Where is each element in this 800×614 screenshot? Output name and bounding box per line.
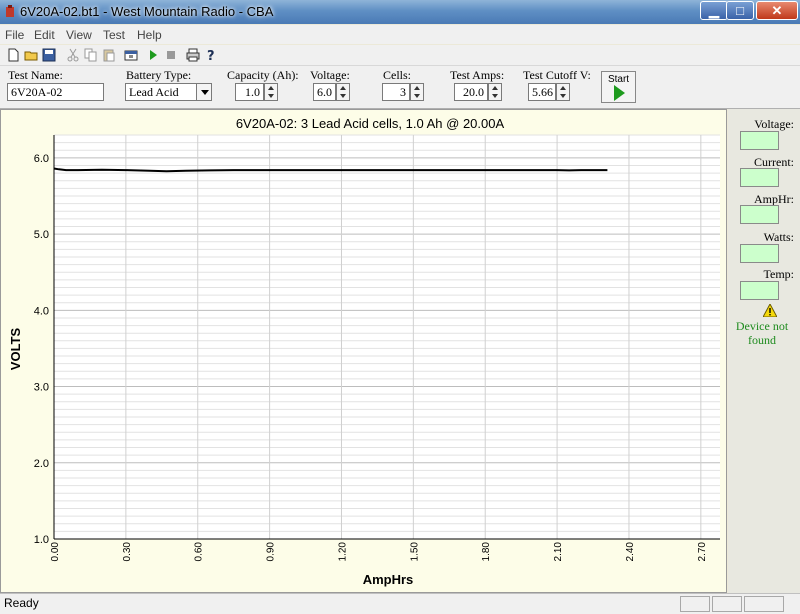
temp-readout xyxy=(740,281,779,300)
capacity-spinner-icon[interactable] xyxy=(264,83,278,101)
x-tick-label: 1.50 xyxy=(409,542,420,562)
paste-icon[interactable] xyxy=(102,48,116,62)
cells-spinner-icon[interactable] xyxy=(410,83,424,101)
cut-icon[interactable] xyxy=(66,48,80,62)
voltage-readout-label: Voltage: xyxy=(754,117,794,131)
toolbar: ? xyxy=(0,45,800,66)
y-tick-label: 2.0 xyxy=(34,458,49,470)
window-title: 6V20A-02.bt1 - West Mountain Radio - CBA xyxy=(20,4,274,19)
minimize-button[interactable]: ▁ xyxy=(700,1,728,20)
svg-text:?: ? xyxy=(207,49,215,62)
x-tick-label: 1.20 xyxy=(337,542,348,562)
cutoff-field[interactable]: 5.66 xyxy=(528,83,556,101)
status-pane-1 xyxy=(680,596,710,612)
x-tick-label: 2.40 xyxy=(625,542,636,562)
capacity-field[interactable]: 1.0 xyxy=(235,83,264,101)
test-name-label: Test Name: xyxy=(8,68,63,82)
current-readout xyxy=(740,168,779,187)
status-pane-2 xyxy=(712,596,742,612)
y-tick-label: 1.0 xyxy=(34,534,49,546)
stop-icon[interactable] xyxy=(164,48,178,62)
watts-readout-label: Watts: xyxy=(763,230,794,244)
cutoff-spinner-icon[interactable] xyxy=(556,83,570,101)
status-bar: Ready xyxy=(0,593,800,614)
discharge-chart: 1.0 2.0 3.0 4.0 5.0 6.0 0.00 0.30 0.60 0.90 1.20 1.… xyxy=(8,116,720,587)
start-button[interactable]: Start xyxy=(601,71,636,103)
test-amps-field[interactable]: 20.0 xyxy=(454,83,488,101)
x-tick-label: 2.10 xyxy=(553,542,564,562)
warning-icon xyxy=(763,304,777,317)
run-icon[interactable] xyxy=(146,48,160,62)
y-tick-label: 3.0 xyxy=(34,382,49,394)
watts-readout xyxy=(740,244,779,263)
x-tick-label: 0.60 xyxy=(194,542,205,562)
y-tick-label: 4.0 xyxy=(34,305,49,317)
copy-icon[interactable] xyxy=(84,48,98,62)
settings-icon[interactable] xyxy=(124,48,138,62)
voltage-label: Voltage: xyxy=(310,68,350,82)
app-icon xyxy=(6,5,14,17)
menu-view[interactable]: View xyxy=(66,28,92,42)
title-bar: 6V20A-02.bt1 - West Mountain Radio - CBA… xyxy=(0,0,800,24)
chart-title: 6V20A-02: 3 Lead Acid cells, 1.0 Ah @ 20… xyxy=(236,116,505,131)
y-axis-label: VOLTS xyxy=(8,327,23,370)
x-tick-label: 0.30 xyxy=(122,542,133,562)
open-folder-icon[interactable] xyxy=(24,48,38,62)
y-tick-label: 6.0 xyxy=(34,153,49,165)
cutoff-label: Test Cutoff V: xyxy=(523,68,591,82)
test-amps-spinner-icon[interactable] xyxy=(488,83,502,101)
test-name-field[interactable]: 6V20A-02 xyxy=(7,83,104,101)
battery-type-dropdown-icon[interactable] xyxy=(196,83,212,101)
temp-readout-label: Temp: xyxy=(763,267,795,281)
x-axis-label: AmpHrs xyxy=(363,572,414,587)
x-tick-label: 2.70 xyxy=(697,542,708,562)
battery-type-label: Battery Type: xyxy=(126,68,192,82)
menu-bar: File Edit View Test Help xyxy=(0,25,800,44)
maximize-button[interactable]: □ xyxy=(726,1,754,20)
readout-panel: Voltage: Current: AmpHr: Watts: Temp: xyxy=(728,109,800,593)
save-icon[interactable] xyxy=(42,48,56,62)
test-parameters-panel: Test Name: 6V20A-02 Battery Type: Lead A… xyxy=(0,66,800,109)
test-amps-label: Test Amps: xyxy=(450,68,505,82)
close-icon: ✕ xyxy=(771,3,783,18)
voltage-spinner-icon[interactable] xyxy=(336,83,350,101)
print-icon[interactable] xyxy=(186,48,200,62)
amphr-readout xyxy=(740,205,779,224)
menu-file[interactable]: File xyxy=(5,28,24,42)
voltage-readout xyxy=(740,131,779,150)
cells-field[interactable]: 3 xyxy=(382,83,410,101)
menu-edit[interactable]: Edit xyxy=(34,28,55,42)
cells-label: Cells: xyxy=(383,68,412,82)
new-file-icon[interactable] xyxy=(6,48,20,62)
x-tick-label: 0.00 xyxy=(50,542,61,562)
help-icon[interactable]: ? xyxy=(204,48,218,62)
menu-help[interactable]: Help xyxy=(137,28,162,42)
status-pane-3 xyxy=(744,596,784,612)
x-tick-label: 1.80 xyxy=(481,542,492,562)
status-text: Ready xyxy=(4,596,39,610)
voltage-field[interactable]: 6.0 xyxy=(313,83,336,101)
capacity-label: Capacity (Ah): xyxy=(227,68,299,82)
y-tick-label: 5.0 xyxy=(34,229,49,241)
x-tick-label: 0.90 xyxy=(266,542,277,562)
start-play-icon xyxy=(614,85,625,101)
menu-test[interactable]: Test xyxy=(103,28,125,42)
battery-type-select[interactable]: Lead Acid xyxy=(125,83,197,101)
close-button[interactable]: ✕ xyxy=(756,1,798,20)
device-status-text: Device not found xyxy=(735,319,789,347)
minimize-icon: ▁ xyxy=(709,3,719,18)
maximize-icon: □ xyxy=(736,3,744,18)
start-label: Start xyxy=(607,74,630,85)
